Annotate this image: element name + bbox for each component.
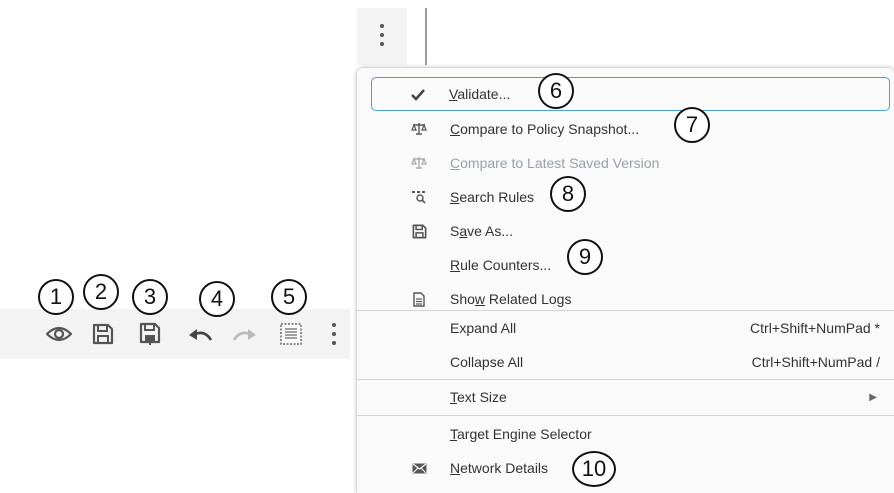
callout-10: 10 [572, 451, 616, 487]
submenu-arrow-icon: ▶ [869, 391, 877, 403]
callout-9: 9 [567, 239, 603, 275]
menu-item-label: Expand All [450, 320, 517, 336]
menu-item-network-details[interactable]: Network Details [357, 451, 894, 485]
balance-scale-icon [409, 112, 429, 146]
menu-item-label: Target Engine Selector [450, 426, 592, 442]
callout-7: 7 [674, 107, 710, 143]
menu-trigger-button[interactable] [357, 8, 407, 65]
kebab-icon [379, 22, 385, 52]
callout-4: 4 [199, 281, 235, 317]
menu-item-label: Network Details [450, 460, 549, 476]
menu-item-label: Compare to Latest Saved Version [450, 155, 660, 171]
callout-3: 3 [132, 279, 168, 315]
redo-icon [232, 326, 258, 342]
shortcut-label: Ctrl+Shift+NumPad * [750, 320, 880, 336]
menu-item-label: Rule Counters... [450, 257, 552, 273]
menu-item-label: Text Size [450, 389, 507, 405]
menu-item-label: Validate... [449, 86, 511, 102]
redo-button[interactable] [228, 317, 262, 351]
menu-item-rule-counters[interactable]: Rule Counters... [357, 248, 894, 282]
menu-separator [357, 415, 894, 416]
menu-item-label: Save As... [450, 223, 514, 239]
callout-2: 2 [83, 274, 119, 310]
divider [425, 8, 427, 65]
menu-item-expand-all[interactable]: Expand All Ctrl+Shift+NumPad * [357, 311, 894, 345]
undo-icon [187, 326, 213, 342]
menu-item-compare-latest: Compare to Latest Saved Version [357, 146, 894, 180]
callout-5: 5 [271, 279, 307, 315]
shortcut-label: Ctrl+Shift+NumPad / [751, 354, 880, 370]
save-icon [409, 214, 429, 248]
menu-item-save-as[interactable]: Save As... [357, 214, 894, 248]
eye-icon [46, 325, 72, 343]
save-icon [92, 323, 114, 345]
more-options-button[interactable] [322, 317, 346, 351]
menu-item-search-rules[interactable]: Search Rules [357, 180, 894, 214]
menu-item-label: Collapse All [450, 354, 524, 370]
save-install-button[interactable] [133, 317, 167, 351]
kebab-icon [331, 322, 337, 346]
menu-item-validate[interactable]: Validate... [371, 77, 890, 111]
callout-6: 6 [538, 73, 574, 109]
menu-item-label: Show Related Logs [450, 291, 572, 307]
menu-item-label: Compare to Policy Snapshot... [450, 121, 640, 137]
context-menu: Validate... Compare to Policy Snapshot..… [357, 68, 894, 493]
policy-toolbar [0, 309, 350, 359]
checkmark-icon [408, 78, 428, 112]
menu-item-compare-snapshot[interactable]: Compare to Policy Snapshot... [357, 112, 894, 146]
menu-item-collapse-all[interactable]: Collapse All Ctrl+Shift+NumPad / [357, 345, 894, 379]
save-button[interactable] [86, 317, 120, 351]
menu-item-label: Search Rules [450, 189, 535, 205]
balance-scale-icon [409, 146, 429, 180]
select-all-icon [280, 323, 302, 345]
view-button[interactable] [42, 317, 76, 351]
select-all-button[interactable] [274, 317, 308, 351]
envelope-icon [409, 451, 429, 485]
undo-button[interactable] [183, 317, 217, 351]
menu-item-target-engine[interactable]: Target Engine Selector [357, 417, 894, 451]
save-install-icon [139, 322, 161, 346]
menu-item-text-size[interactable]: Text Size ▶ [357, 380, 894, 414]
search-rules-icon [409, 180, 429, 214]
callout-1: 1 [38, 279, 74, 315]
callout-8: 8 [550, 176, 586, 212]
